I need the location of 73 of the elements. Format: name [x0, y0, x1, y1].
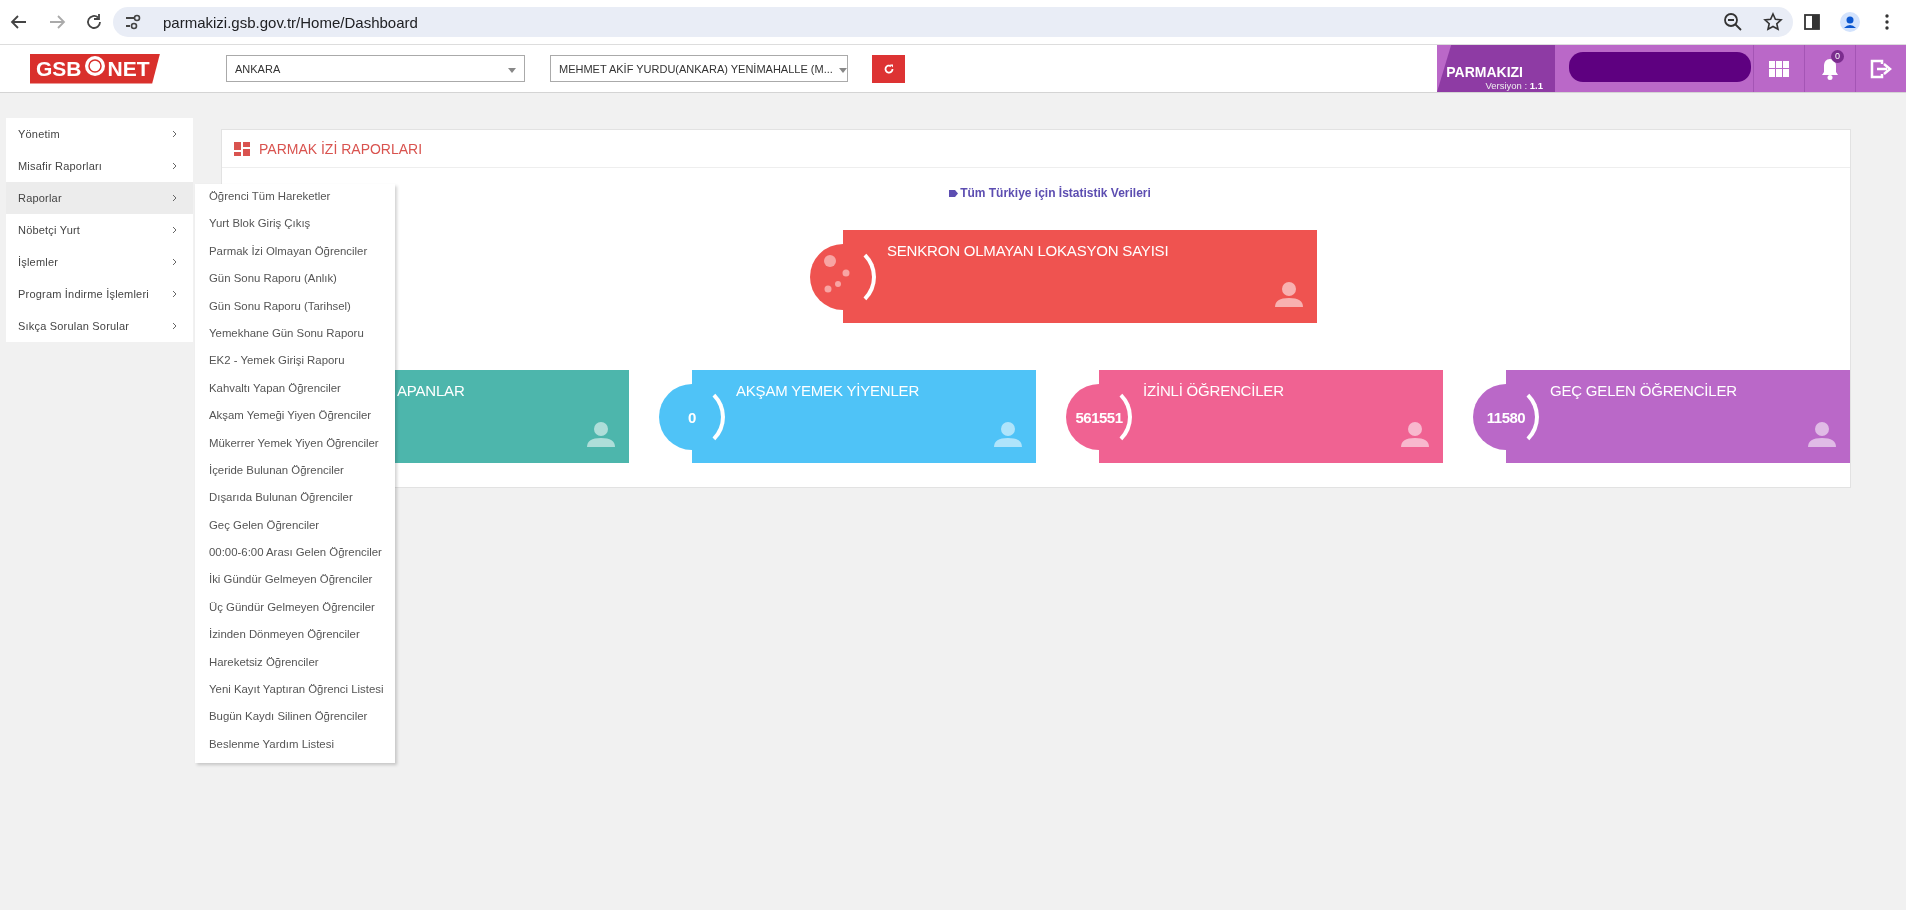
app-title: PARMAKIZI	[1446, 64, 1523, 80]
sidebar-item[interactable]: Program İndirme İşlemleri	[6, 278, 193, 310]
site-settings-icon[interactable]	[123, 12, 143, 32]
emblem-icon	[83, 55, 106, 77]
card-title: AKŞAM YEMEK YİYENLER	[736, 382, 920, 399]
submenu-item[interactable]: Mükerrer Yemek Yiyen Öğrenciler	[195, 430, 395, 458]
panel-title: PARMAK İZİ RAPORLARI	[259, 140, 423, 157]
submenu-item[interactable]: EK2 - Yemek Girişi Raporu	[195, 348, 395, 376]
address-bar[interactable]: parmakizi.gsb.gov.tr/Home/Dashboard	[113, 7, 1793, 37]
submenu-item[interactable]: İki Gündür Gelmeyen Öğrenciler	[195, 567, 395, 595]
card-title: İZİNLİ ÖĞRENCİLER	[1143, 382, 1284, 399]
bell-icon[interactable]	[1820, 57, 1840, 80]
submenu-item[interactable]: Üç Gündür Gelmeyen Öğrenciler	[195, 594, 395, 623]
value-badge: 0	[659, 384, 725, 450]
value-badge: 561551	[1066, 384, 1132, 450]
grid-icon[interactable]	[1769, 60, 1789, 77]
refresh-button[interactable]	[872, 54, 905, 83]
chevron-right-icon	[172, 130, 177, 138]
person-icon	[587, 421, 615, 447]
submenu-item[interactable]: Beslenme Yardım Listesi	[195, 731, 395, 760]
submenu-item[interactable]: Akşam Yemeği Yiyen Öğrenciler	[195, 403, 395, 431]
person-icon	[994, 421, 1022, 447]
chevron-right-icon	[172, 194, 177, 202]
logout-icon[interactable]	[1870, 58, 1892, 79]
dashboard-icon	[234, 141, 250, 156]
submenu-item[interactable]: Yemekhane Gün Sonu Raporu	[195, 320, 395, 349]
submenu-item[interactable]: Geç Gelen Öğrenciler	[195, 512, 395, 541]
submenu-item[interactable]: İzinden Dönmeyen Öğrenciler	[195, 622, 395, 650]
star-icon[interactable]	[1763, 12, 1783, 32]
person-icon	[1808, 421, 1836, 447]
sidebar-item[interactable]: Nöbetçi Yurt	[6, 214, 193, 246]
statistics-link[interactable]: Tüm Türkiye için İstatistik Verileri	[949, 186, 1151, 200]
submenu-item[interactable]: Hareketsiz Öğrenciler	[195, 649, 395, 678]
submenu-item[interactable]: Yurt Blok Giriş Çıkış	[195, 211, 395, 239]
chevron-right-icon	[172, 258, 177, 266]
sidebar-item[interactable]: Misafir Raporları	[6, 150, 193, 182]
person-icon	[1401, 421, 1429, 447]
caret-icon	[838, 67, 847, 73]
chevron-right-icon	[172, 226, 177, 234]
url-text: parmakizi.gsb.gov.tr/Home/Dashboard	[163, 13, 418, 31]
chevron-right-icon	[172, 162, 177, 170]
submenu-item[interactable]: Kahvaltı Yapan Öğrenciler	[195, 375, 395, 404]
card-title: GEÇ GELEN ÖĞRENCİLER	[1550, 382, 1737, 399]
submenu-item[interactable]: 00:00-6:00 Arası Gelen Öğrenciler	[195, 540, 395, 568]
sidebar-item[interactable]: Raporlar	[6, 182, 193, 214]
card-title: SENKRON OLMAYAN LOKASYON SAYISI	[887, 242, 1169, 259]
submenu-item[interactable]: İçeride Bulunan Öğrenciler	[195, 457, 395, 486]
notification-badge: 0	[1831, 50, 1844, 63]
select-field[interactable]: MEHMET AKİF YURDU(ANKARA) YENİMAHALLE (M...	[550, 55, 848, 82]
person-icon	[1275, 281, 1303, 307]
version-text: Versiyon : 1.1	[1485, 80, 1543, 91]
profile-icon[interactable]	[1839, 12, 1860, 32]
zoom-out-icon[interactable]	[1723, 12, 1743, 32]
sidebar-item[interactable]: İşlemler	[6, 246, 193, 278]
chevron-right-icon	[172, 322, 177, 330]
sidebar-item[interactable]: Sıkça Sorulan Sorular	[6, 310, 193, 342]
select-field[interactable]: ANKARA	[226, 55, 525, 82]
caret-icon	[508, 67, 516, 73]
side-panel-icon[interactable]	[1801, 12, 1822, 32]
submenu-item[interactable]: Dışarıda Bulunan Öğrenciler	[195, 485, 395, 513]
refresh-icon	[883, 63, 894, 74]
tag-icon	[949, 189, 959, 197]
submenu-item[interactable]: Parmak İzi Olmayan Öğrenciler	[195, 238, 395, 267]
gsbnet-logo[interactable]: GSB NET	[30, 53, 160, 84]
submenu-item[interactable]: Gün Sonu Raporu (Tarihsel)	[195, 293, 395, 321]
submenu-item[interactable]: Öğrenci Tüm Hareketler	[195, 184, 395, 212]
sidebar-item[interactable]: Yönetim	[6, 118, 193, 150]
submenu-item[interactable]: Bugün Kaydı Silinen Öğrenciler	[195, 704, 395, 732]
value-badge: 11580	[1473, 384, 1539, 450]
chevron-right-icon	[172, 290, 177, 298]
submenu-item[interactable]: Gün Sonu Raporu (Anlık)	[195, 266, 395, 294]
card-title: APANLAR	[397, 382, 465, 399]
submenu-item[interactable]: Yeni Kayıt Yaptıran Öğrenci Listesi	[195, 677, 395, 705]
